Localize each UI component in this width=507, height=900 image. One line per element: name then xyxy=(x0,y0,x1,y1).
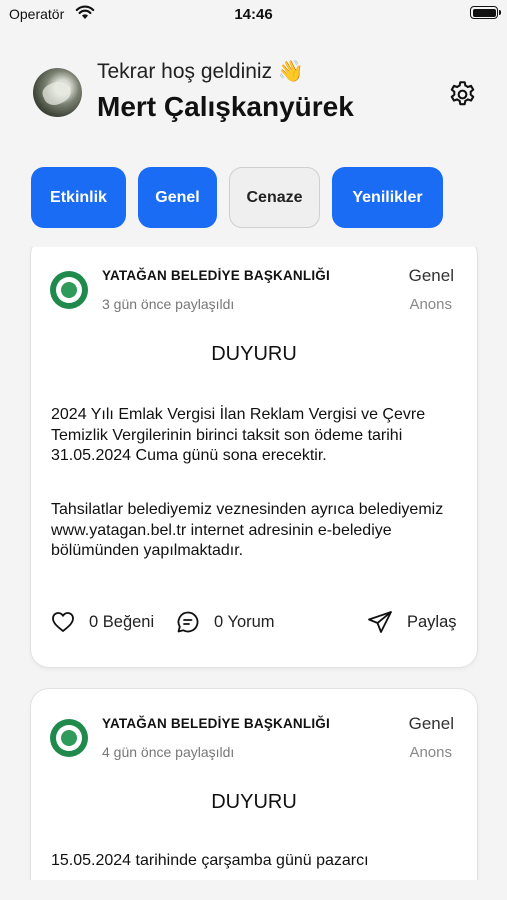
organization-name: YATAĞAN BELEDİYE BAŞKANLIĞI xyxy=(102,716,330,731)
post-paragraph: Tahsilatlar belediyemiz veznesinden ayrı… xyxy=(51,501,444,559)
heart-icon xyxy=(52,612,74,632)
status-bar: Operatör 14:46 xyxy=(0,0,507,40)
like-button[interactable]: 0 Beğeni xyxy=(51,607,154,637)
post-title: DUYURU xyxy=(211,343,297,365)
post-paragraph: 2024 Yılı Emlak Vergisi İlan Reklam Verg… xyxy=(51,406,426,464)
greeting-text: Tekrar hoş geldiniz 👋 xyxy=(97,60,305,83)
tab-cenaze[interactable]: Cenaze xyxy=(229,167,320,228)
organization-logo xyxy=(50,271,88,309)
battery-icon xyxy=(470,6,501,19)
post-card[interactable]: YATAĞAN BELEDİYE BAŞKANLIĞI 3 gün önce p… xyxy=(31,247,477,667)
post-type: Anons xyxy=(409,744,452,761)
comment-count: 0 Yorum xyxy=(214,612,275,631)
post-time: 4 gün önce paylaşıldı xyxy=(102,744,235,760)
tab-yenilikler[interactable]: Yenilikler xyxy=(332,167,443,228)
post-category: Genel xyxy=(408,714,454,733)
comment-icon xyxy=(177,611,199,633)
share-label: Paylaş xyxy=(407,612,457,631)
post-time: 3 gün önce paylaşıldı xyxy=(102,296,235,312)
post-type: Anons xyxy=(409,296,452,313)
settings-gear-icon[interactable] xyxy=(447,79,478,110)
post-category: Genel xyxy=(408,266,454,285)
post-feed[interactable]: YATAĞAN BELEDİYE BAŞKANLIĞI 3 gün önce p… xyxy=(0,247,507,880)
post-paragraph: 15.05.2024 tarihinde çarşamba günü pazar… xyxy=(51,852,369,869)
post-card[interactable]: YATAĞAN BELEDİYE BAŞKANLIĞI 4 gün önce p… xyxy=(31,689,477,880)
like-count: 0 Beğeni xyxy=(89,612,155,631)
tab-genel[interactable]: Genel xyxy=(138,167,217,228)
user-name: Mert Çalışkanyürek xyxy=(97,91,354,122)
clock: 14:46 xyxy=(234,6,273,23)
post-actions: 0 Beğeni 0 Yorum Paylaş xyxy=(31,607,477,637)
comment-button[interactable]: 0 Yorum xyxy=(176,607,275,637)
avatar[interactable] xyxy=(33,68,82,117)
share-button[interactable]: Paylaş xyxy=(367,607,457,637)
organization-name: YATAĞAN BELEDİYE BAŞKANLIĞI xyxy=(102,268,330,283)
send-icon xyxy=(368,611,392,633)
tab-etkinlik[interactable]: Etkinlik xyxy=(31,167,126,228)
post-title: DUYURU xyxy=(211,791,297,813)
organization-logo xyxy=(50,719,88,757)
